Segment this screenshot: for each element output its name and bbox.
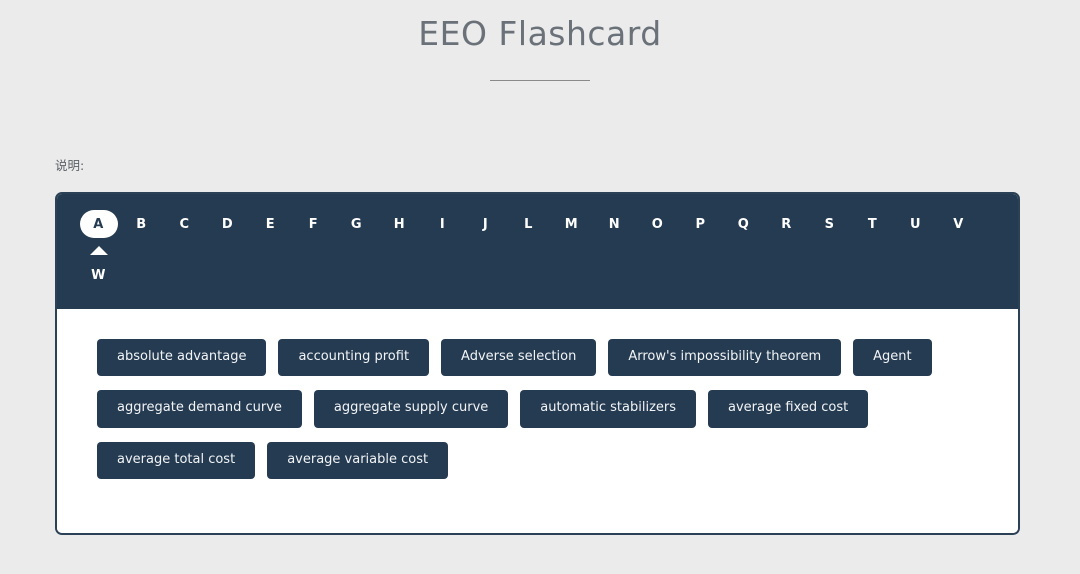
alphabet-tab-label[interactable]: U [897,210,935,238]
alphabet-tab-i[interactable]: I [421,210,464,240]
alphabet-tab-v[interactable]: V [937,210,980,240]
term-button[interactable]: Agent [853,339,932,377]
alphabet-tab-label[interactable]: B [123,210,161,238]
alphabet-tab-e[interactable]: E [249,210,292,240]
alphabet-tab-label[interactable]: A [79,210,118,238]
alphabet-tab-label[interactable]: S [811,210,849,238]
alphabet-tab-g[interactable]: G [335,210,378,240]
term-button[interactable]: aggregate supply curve [313,390,509,428]
alphabet-tab-label[interactable]: E [252,210,290,238]
alphabet-letter-row: ABCDEFGHIJLMNOPQRSTUV W [77,204,998,291]
flashcard-panel: ABCDEFGHIJLMNOPQRSTUV W absolute advantag… [55,192,1020,535]
alphabet-tab-label[interactable]: H [381,210,419,238]
term-button[interactable]: average fixed cost [708,390,869,428]
alphabet-tab-p[interactable]: P [679,210,722,240]
alphabet-tab-label[interactable]: C [166,210,204,238]
alphabet-tab-label[interactable]: R [768,210,806,238]
alphabet-tab-label[interactable]: Q [725,210,763,238]
alphabet-tab-q[interactable]: Q [722,210,765,240]
alphabet-tab-u[interactable]: U [894,210,937,240]
term-button[interactable]: average variable cost [267,441,449,479]
caret-up-icon [89,246,108,255]
alphabet-tab-s[interactable]: S [808,210,851,240]
term-button[interactable]: Adverse selection [441,339,597,377]
alphabet-tab-c[interactable]: C [163,210,206,240]
alphabet-tab-label[interactable]: N [596,210,634,238]
alphabet-tab-o[interactable]: O [636,210,679,240]
page-title: EEO Flashcard [418,14,662,53]
alphabet-tab-w[interactable]: W [77,261,120,291]
alphabet-tab-h[interactable]: H [378,210,421,240]
alphabet-tab-r[interactable]: R [765,210,808,240]
alphabet-tab-t[interactable]: T [851,210,894,240]
alphabet-tab-label[interactable]: F [295,210,333,238]
alphabet-tab-f[interactable]: F [292,210,335,240]
alphabet-nav: ABCDEFGHIJLMNOPQRSTUV W [57,194,1018,309]
alphabet-tab-b[interactable]: B [120,210,163,240]
alphabet-tab-d[interactable]: D [206,210,249,240]
alphabet-tab-a[interactable]: A [77,210,120,255]
alphabet-tab-label[interactable]: G [338,210,376,238]
alphabet-tab-label[interactable]: O [639,210,677,238]
term-button[interactable]: accounting profit [278,339,430,377]
alphabet-tab-label[interactable]: I [424,210,462,238]
term-button[interactable]: average total cost [97,441,256,479]
page-header: EEO Flashcard [0,0,1080,81]
term-button[interactable]: aggregate demand curve [97,390,302,428]
instruction-label: 说明: [55,158,85,173]
title-divider [490,80,590,81]
alphabet-tab-m[interactable]: M [550,210,593,240]
term-button[interactable]: Arrow's impossibility theorem [608,339,842,377]
alphabet-tab-label[interactable]: J [467,210,505,238]
terms-grid: absolute advantage accounting profit Adver… [97,339,978,493]
alphabet-tab-l[interactable]: L [507,210,550,240]
alphabet-tab-n[interactable]: N [593,210,636,240]
alphabet-tab-label[interactable]: V [940,210,978,238]
alphabet-tab-j[interactable]: J [464,210,507,240]
term-button[interactable]: automatic stabilizers [520,390,697,428]
alphabet-tab-label[interactable]: L [510,210,548,238]
alphabet-tab-label[interactable]: W [80,261,118,289]
alphabet-tab-label[interactable]: D [209,210,247,238]
term-button[interactable]: absolute advantage [97,339,267,377]
alphabet-tab-label[interactable]: P [682,210,720,238]
terms-panel: absolute advantage accounting profit Adver… [57,309,1018,533]
alphabet-tab-label[interactable]: M [553,210,591,238]
alphabet-tab-label[interactable]: T [854,210,892,238]
